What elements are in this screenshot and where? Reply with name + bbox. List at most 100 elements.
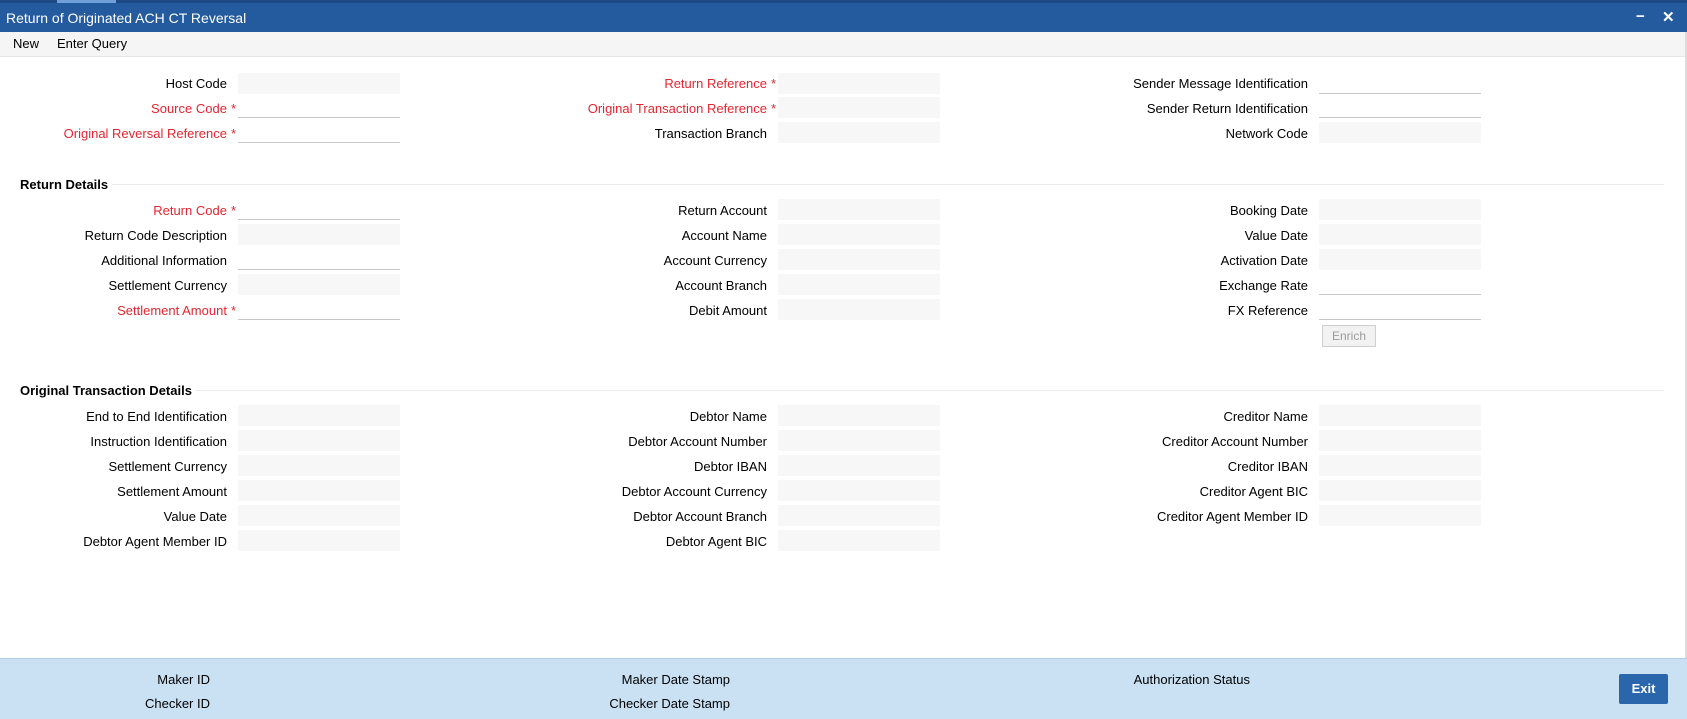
original-settlement-amount-field [238,480,400,501]
menu-new[interactable]: New [13,36,39,51]
debtor-agent-member-id-label: Debtor Agent Member ID [83,534,227,549]
debtor-agent-member-id-field [238,530,400,551]
original-value-date-label: Value Date [163,509,227,524]
creditor-account-number-label: Creditor Account Number [1162,434,1308,449]
sender-message-identification-field[interactable] [1319,73,1481,94]
debtor-name-field [778,405,940,426]
return-account-field [778,199,940,220]
authorization-status-label: Authorization Status [1133,672,1250,687]
required-mark: * [230,203,236,218]
debtor-account-currency-field [778,480,940,501]
original-transaction-reference-field [778,97,940,118]
checker-date-stamp-label: Checker Date Stamp [609,696,730,711]
creditor-name-field [1319,405,1481,426]
section-divider [196,390,1664,391]
settlement-amount-label: Settlement Amount * [117,303,236,318]
value-date-label: Value Date [1244,228,1308,243]
original-settlement-currency-label: Settlement Currency [108,459,228,474]
minimize-icon[interactable]: − [1636,8,1645,25]
creditor-name-label: Creditor Name [1223,409,1308,424]
section-divider [112,184,1664,185]
close-icon[interactable]: ✕ [1662,8,1675,26]
transaction-branch-field [778,122,940,143]
required-mark: * [770,76,776,91]
debtor-account-branch-field [778,505,940,526]
account-currency-field [778,249,940,270]
account-branch-field [778,274,940,295]
debit-amount-field [778,299,940,320]
original-value-date-field [238,505,400,526]
original-reversal-reference-field[interactable] [238,122,400,143]
settlement-currency-label: Settlement Currency [108,278,228,293]
activation-date-field [1319,249,1481,270]
instruction-identification-label: Instruction Identification [90,434,227,449]
activation-date-label: Activation Date [1220,253,1308,268]
return-details-title: Return Details [20,177,109,192]
network-code-label: Network Code [1225,126,1308,141]
settlement-currency-field [238,274,400,295]
network-code-field [1319,122,1481,143]
required-mark: * [230,126,236,141]
account-currency-label: Account Currency [663,253,767,268]
creditor-account-number-field [1319,430,1481,451]
source-code-field[interactable] [238,97,400,118]
return-code-label: Return Code * [153,203,236,218]
fx-reference-field[interactable] [1319,299,1481,320]
additional-information-field[interactable] [238,249,400,270]
creditor-agent-member-id-label: Creditor Agent Member ID [1156,509,1308,524]
original-settlement-amount-label: Settlement Amount [117,484,227,499]
required-mark: * [770,101,776,116]
end-to-end-identification-field [238,405,400,426]
debtor-iban-label: Debtor IBAN [694,459,767,474]
menu-enter-query[interactable]: Enter Query [57,36,127,51]
original-transaction-reference-label: Original Transaction Reference * [587,101,776,116]
window-title: Return of Originated ACH CT Reversal [6,10,247,26]
debtor-account-number-field [778,430,940,451]
creditor-agent-bic-field [1319,480,1481,501]
active-tab-marker [57,0,116,3]
required-mark: * [230,101,236,116]
debtor-agent-bic-field [778,530,940,551]
debtor-account-branch-label: Debtor Account Branch [633,509,767,524]
return-account-label: Return Account [678,203,767,218]
additional-information-label: Additional Information [101,253,227,268]
enrich-button[interactable]: Enrich [1322,325,1376,347]
return-code-field[interactable] [238,199,400,220]
return-code-description-label: Return Code Description [84,228,227,243]
value-date-field [1319,224,1481,245]
exit-button[interactable]: Exit [1619,674,1668,704]
original-settlement-currency-field [238,455,400,476]
booking-date-field [1319,199,1481,220]
checker-id-label: Checker ID [144,696,210,711]
maker-date-stamp-label: Maker Date Stamp [621,672,730,687]
transaction-branch-label: Transaction Branch [654,126,767,141]
exchange-rate-label: Exchange Rate [1219,278,1308,293]
exchange-rate-field[interactable] [1319,274,1481,295]
debit-amount-label: Debit Amount [688,303,767,318]
maker-id-label: Maker ID [157,672,210,687]
menu-bar: New Enter Query [0,32,1687,57]
host-code-field [238,73,400,94]
account-name-field [778,224,940,245]
audit-footer: Maker ID Checker ID Maker Date Stamp Che… [0,658,1687,719]
debtor-account-number-label: Debtor Account Number [628,434,767,449]
host-code-label: Host Code [165,76,227,91]
original-reversal-reference-label: Original Reversal Reference * [63,126,236,141]
debtor-agent-bic-label: Debtor Agent BIC [665,534,767,549]
return-code-description-field [238,224,400,245]
debtor-account-currency-label: Debtor Account Currency [621,484,767,499]
return-reference-field [778,73,940,94]
sender-return-identification-field[interactable] [1319,97,1481,118]
account-name-label: Account Name [681,228,767,243]
creditor-iban-label: Creditor IBAN [1227,459,1308,474]
fx-reference-label: FX Reference [1227,303,1308,318]
return-reference-label: Return Reference * [664,76,776,91]
source-code-label: Source Code * [151,101,236,116]
creditor-iban-field [1319,455,1481,476]
settlement-amount-field[interactable] [238,299,400,320]
sender-return-identification-label: Sender Return Identification [1146,101,1308,116]
required-mark: * [230,303,236,318]
account-branch-label: Account Branch [675,278,767,293]
debtor-iban-field [778,455,940,476]
window-title-bar: Return of Originated ACH CT Reversal − ✕ [0,0,1687,32]
